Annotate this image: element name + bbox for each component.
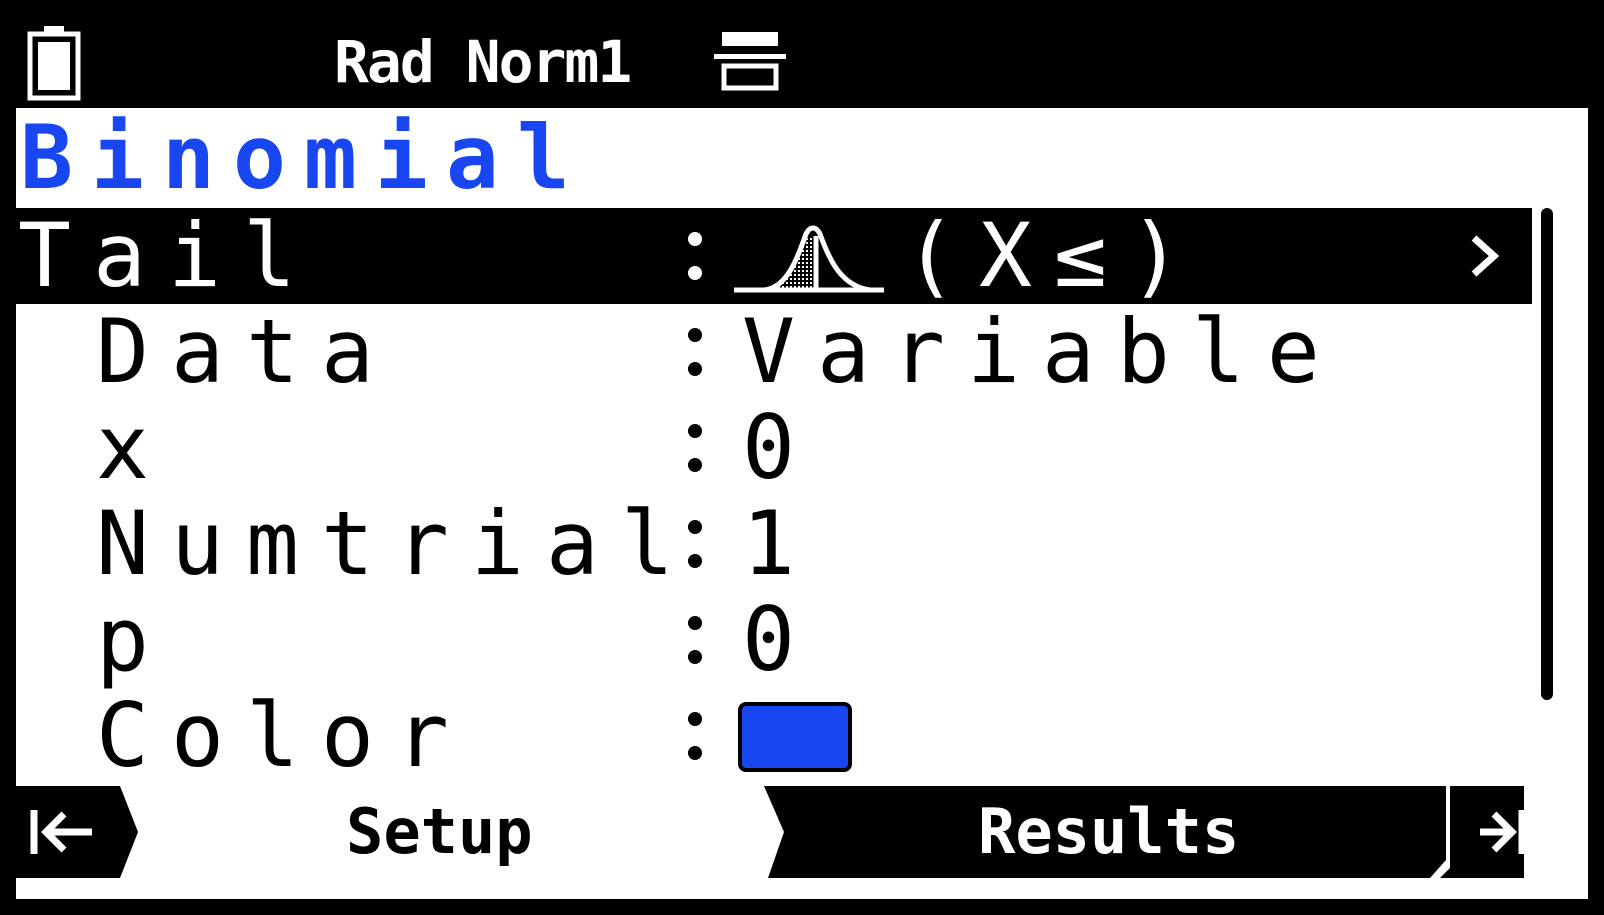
setting-label-tail: Tail [18, 204, 318, 307]
scrollbar[interactable] [1541, 208, 1553, 718]
setting-value-data: Variable [742, 300, 1342, 403]
lower-tail-distribution-icon [734, 225, 884, 293]
colon-separator [688, 616, 702, 664]
setting-value-numtrial: 1 [742, 492, 817, 595]
colon-separator [688, 424, 702, 472]
tab-setup[interactable]: Setup [346, 786, 533, 878]
setting-label-numtrial: Numtrial [96, 492, 696, 595]
setting-label-data: Data [96, 300, 396, 403]
sheet-icon [714, 32, 786, 91]
display-area: Rad Norm1 Binomial Tail (X≤) Data Variab… [16, 16, 1588, 899]
app-title: Binomial [20, 106, 588, 209]
chevron-right-icon [1471, 235, 1500, 277]
tab-bar-graphics [16, 786, 1526, 878]
tab-results-label[interactable]: Results [978, 786, 1239, 878]
scrollbar-thumb[interactable] [1541, 208, 1553, 700]
setting-row-color[interactable]: Color [16, 688, 1532, 784]
angle-display-mode: Rad Norm1 [334, 28, 632, 96]
setting-row-numtrial[interactable]: Numtrial 1 [16, 496, 1532, 592]
colon-separator [688, 232, 702, 280]
battery-icon [27, 26, 81, 101]
color-swatch[interactable] [738, 702, 852, 772]
setting-value-p: 0 [742, 588, 817, 691]
setting-label-p: p [96, 588, 171, 691]
colon-separator [688, 328, 702, 376]
setting-label-color: Color [96, 684, 471, 787]
tab-bar: Setup Results [16, 786, 1588, 884]
colon-separator [688, 712, 702, 760]
setting-value-x: 0 [742, 396, 817, 499]
setting-row-p[interactable]: p 0 [16, 592, 1532, 688]
status-bar: Rad Norm1 [16, 16, 1588, 108]
calculator-screen: Rad Norm1 Binomial Tail (X≤) Data Variab… [0, 0, 1604, 915]
setting-row-x[interactable]: x 0 [16, 400, 1532, 496]
setting-label-x: x [96, 396, 171, 499]
setting-row-tail[interactable]: Tail (X≤) [16, 208, 1532, 304]
setting-row-data[interactable]: Data Variable [16, 304, 1532, 400]
colon-separator [688, 520, 702, 568]
setting-value-tail: (X≤) [904, 204, 1204, 307]
